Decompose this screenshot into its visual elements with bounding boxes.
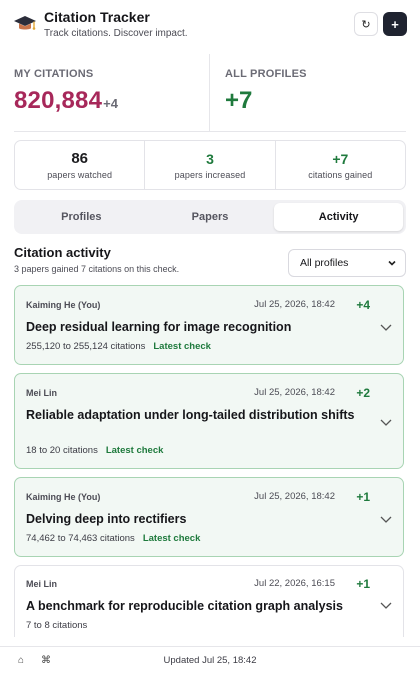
tab-papers[interactable]: Papers [146, 203, 275, 231]
activity-feed: Kaiming He (You) Jul 25, 2026, 18:42 +4 … [14, 285, 406, 637]
my-citations-stat: MY CITATIONS 820,884 +4 [14, 54, 210, 131]
card-title: A benchmark for reproducible citation gr… [26, 599, 343, 613]
all-profiles-value: +7 [225, 87, 253, 114]
card-meta: 74,462 to 74,463 citations Latest check [26, 533, 200, 544]
card-delta: +4 [356, 298, 370, 312]
card-meta: 18 to 20 citations Latest check [26, 445, 163, 456]
tab-profiles[interactable]: Profiles [17, 203, 146, 231]
card-title: Delving deep into rectifiers [26, 512, 187, 526]
summary-label: papers watched [47, 170, 113, 180]
plus-icon: + [391, 16, 399, 32]
my-citations-label: MY CITATIONS [14, 68, 94, 80]
card-author: Mei Lin [26, 579, 57, 589]
card-citation-range: 18 to 20 citations [26, 445, 98, 456]
card-meta: 255,120 to 255,124 citations Latest check [26, 341, 211, 352]
card-meta: 7 to 8 citations [26, 620, 87, 631]
refresh-icon: ↻ [361, 18, 371, 31]
chevron-down-icon[interactable] [379, 320, 393, 334]
graduation-cap-icon [12, 11, 38, 37]
latest-check-badge: Latest check [153, 341, 211, 352]
card-author: Mei Lin [26, 388, 57, 398]
app-subtitle: Track citations. Discover impact. [44, 27, 188, 39]
card-author: Kaiming He (You) [26, 300, 101, 310]
my-citations-value: 820,884 [14, 87, 103, 114]
card-title: Reliable adaptation under long-tailed di… [26, 408, 355, 422]
home-icon[interactable]: ⌂ [18, 655, 24, 666]
summary-label: citations gained [308, 170, 373, 180]
activity-header: Citation activity 3 papers gained 7 cita… [14, 244, 406, 280]
card-citation-range: 7 to 8 citations [26, 620, 88, 631]
card-citation-range: 74,462 to 74,463 citations [26, 533, 135, 544]
card-author: Kaiming He (You) [26, 492, 101, 502]
chevron-down-icon [388, 260, 396, 266]
card-date: Jul 25, 2026, 18:42 [254, 299, 335, 310]
add-button[interactable]: + [383, 12, 407, 36]
latest-check-badge: Latest check [142, 533, 201, 544]
activity-card[interactable]: Kaiming He (You) Jul 25, 2026, 18:42 +1 … [14, 477, 404, 557]
card-date: Jul 25, 2026, 18:42 [254, 491, 335, 502]
card-title: Deep residual learning for image recogni… [26, 320, 292, 334]
my-citations-delta: +4 [103, 96, 118, 111]
chevron-down-icon[interactable] [379, 598, 393, 612]
command-icon[interactable]: ⌘ [41, 655, 51, 666]
card-date: Jul 25, 2026, 18:42 [254, 387, 335, 398]
view-tabs: Profiles Papers Activity [14, 200, 406, 234]
profile-filter-select[interactable]: All profiles [288, 249, 406, 277]
summary-papers-watched: 86 papers watched [15, 141, 144, 189]
card-delta: +1 [356, 490, 370, 504]
summary-value: 86 [71, 150, 88, 167]
summary-row: 86 papers watched 3 papers increased +7 … [14, 140, 406, 190]
latest-check-badge: Latest check [105, 445, 164, 456]
chevron-down-icon[interactable] [379, 415, 393, 429]
card-citation-range: 255,120 to 255,124 citations [26, 341, 146, 352]
activity-card[interactable]: Mei Lin Jul 22, 2026, 16:15 +1 A benchma… [14, 565, 404, 637]
summary-papers-increased: 3 papers increased [144, 141, 274, 189]
summary-value: 3 [206, 151, 214, 167]
summary-value: +7 [332, 151, 349, 167]
card-delta: +2 [356, 386, 370, 400]
app-header: Citation Tracker Track citations. Discov… [0, 0, 420, 48]
chevron-down-icon[interactable] [379, 512, 393, 526]
summary-citations-gained: +7 citations gained [274, 141, 405, 189]
stats-panel: MY CITATIONS 820,884 +4 ALL PROFILES +7 [14, 54, 406, 132]
card-date: Jul 22, 2026, 16:15 [254, 578, 335, 589]
summary-label: papers increased [174, 170, 246, 180]
all-profiles-label: ALL PROFILES [225, 68, 307, 80]
filter-value: All profiles [300, 257, 349, 269]
all-profiles-stat: ALL PROFILES +7 [210, 54, 406, 131]
tab-activity[interactable]: Activity [274, 203, 404, 231]
activity-card[interactable]: Mei Lin Jul 25, 2026, 18:42 +2 Reliable … [14, 373, 404, 469]
card-delta: +1 [356, 577, 370, 591]
last-updated-text: Updated Jul 25, 18:42 [163, 655, 257, 666]
status-footer: ⌂ ⌘ Updated Jul 25, 18:42 [0, 646, 420, 674]
app-title: Citation Tracker [44, 8, 150, 25]
refresh-button[interactable]: ↻ [354, 12, 378, 36]
activity-card[interactable]: Kaiming He (You) Jul 25, 2026, 18:42 +4 … [14, 285, 404, 365]
